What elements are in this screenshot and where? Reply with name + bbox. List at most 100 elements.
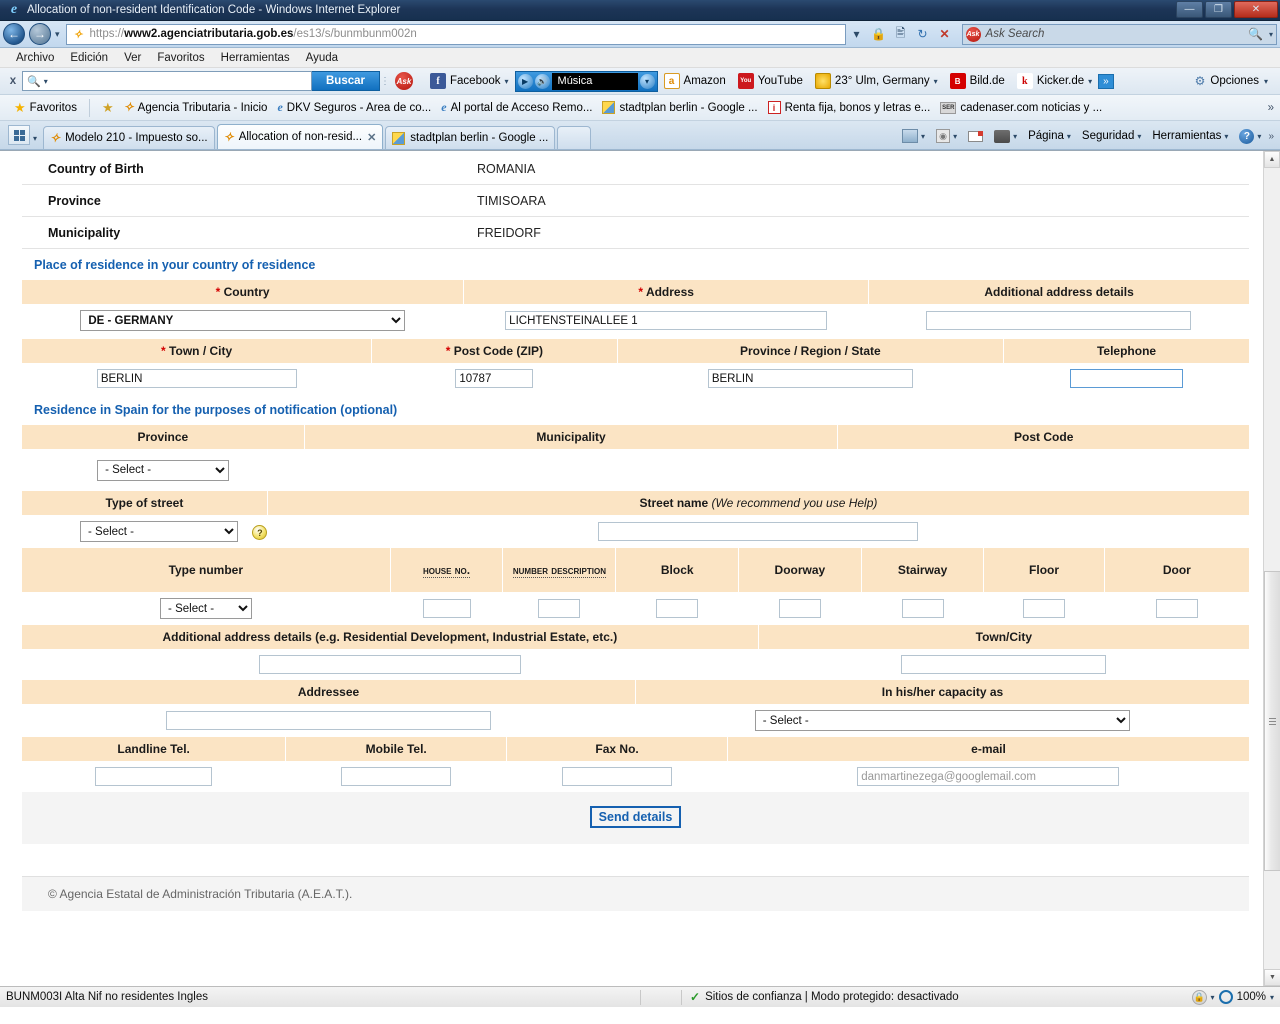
toolbar-item-youtube[interactable]: You YouTube (732, 70, 809, 92)
favorite-renta-fija[interactable]: i Renta fija, bonos y letras e... (764, 101, 935, 114)
toolbar-item-bild[interactable]: B Bild.de (944, 70, 1011, 92)
toolbar-item-musica[interactable]: ▶ 🔊 Música ▾ (514, 70, 658, 92)
type-number-select[interactable]: - Select - (160, 598, 253, 619)
forward-button[interactable]: → (29, 23, 51, 45)
tab-allocation-non-resident[interactable]: ✧ Allocation of non-resid... ✕ (216, 124, 384, 149)
tab-stadtplan-berlin[interactable]: stadtplan berlin - Google ... (385, 126, 556, 149)
ssl-lock-icon[interactable]: 🔒 (868, 24, 890, 45)
scroll-down-button[interactable]: ▼ (1264, 969, 1280, 986)
favorites-overflow-button[interactable]: » (1268, 102, 1280, 114)
favorite-stadtplan-berlin[interactable]: stadtplan berlin - Google ... (598, 101, 761, 114)
print-button[interactable]: ▾ (990, 126, 1021, 146)
minimize-button[interactable]: — (1176, 1, 1203, 18)
home-button[interactable]: ▾ (898, 126, 929, 146)
menu-item-herramientas[interactable]: Herramientas (221, 52, 290, 64)
chevron-down-icon[interactable]: ▾ (1264, 77, 1268, 86)
email-input[interactable] (857, 767, 1120, 786)
menu-item-edicion[interactable]: Edición (70, 52, 108, 64)
mobile-tel-input[interactable] (341, 767, 452, 786)
favorite-cadenaser[interactable]: SER cadenaser.com noticias y ... (936, 101, 1106, 114)
scroll-up-button[interactable]: ▲ (1264, 151, 1280, 168)
privacy-lock-icon[interactable]: 🔒 (1191, 989, 1207, 1005)
fax-no-input[interactable] (562, 767, 673, 786)
ask-home-button[interactable]: Ask (389, 70, 424, 92)
province-region-state-input[interactable] (707, 369, 913, 388)
street-name-input[interactable] (598, 522, 919, 541)
toolbar-item-facebook[interactable]: f Facebook ▾ (424, 70, 515, 92)
ask-search-input[interactable]: Ask Ask Search 🔍 ▾ (961, 23, 1277, 45)
tab-list-chevron-icon[interactable]: ▾ (33, 134, 37, 143)
door-input[interactable] (1155, 599, 1198, 618)
ask-toolbar-search-input[interactable]: 🔍 ▾ (22, 71, 312, 91)
read-mail-button[interactable] (964, 126, 987, 146)
post-code-input[interactable] (455, 369, 534, 388)
add-to-favorites-bar-button[interactable]: ★ (98, 100, 118, 116)
feeds-button[interactable]: ◉ ▾ (932, 126, 961, 146)
recent-pages-chevron-icon[interactable]: ▾ (55, 29, 60, 40)
toolbar-overflow-button[interactable]: » (1098, 73, 1114, 89)
quick-tabs-button[interactable] (8, 125, 30, 145)
favorite-acceso-remoto[interactable]: e Al portal de Acceso Remo... (437, 100, 596, 115)
toolbar-options-button[interactable]: ⚙ Opciones ▾ (1195, 74, 1276, 88)
command-bar-overflow[interactable]: » (1268, 131, 1274, 142)
chevron-down-icon[interactable]: ▾ (921, 132, 925, 141)
security-zone-indicator[interactable]: ✓ Sitios de confianza | Modo protegido: … (682, 990, 1192, 1004)
country-select[interactable]: DE - GERMANY (80, 310, 406, 331)
security-menu-button[interactable]: Seguridad ▾ (1078, 126, 1145, 146)
house-no-input[interactable] (422, 599, 471, 618)
chevron-down-icon[interactable]: ▾ (1270, 993, 1274, 1002)
search-icon[interactable]: 🔍 (1248, 27, 1263, 41)
landline-tel-input[interactable] (95, 767, 213, 786)
volume-icon[interactable]: 🔊 (534, 73, 550, 89)
tab-close-icon[interactable]: ✕ (367, 131, 376, 144)
chevron-down-icon[interactable]: ▾ (934, 77, 938, 86)
toolbar-item-amazon[interactable]: a Amazon (658, 70, 732, 92)
vertical-scrollbar[interactable]: ▲ ▼ (1263, 151, 1280, 986)
buscar-button[interactable]: Buscar (312, 71, 380, 91)
chevron-down-icon[interactable]: ▾ (1013, 132, 1017, 141)
addressee-input[interactable] (166, 711, 492, 730)
toolbar-item-kicker[interactable]: k Kicker.de ▾ (1011, 70, 1098, 92)
search-history-chevron-icon[interactable]: ▾ (44, 77, 48, 86)
compatibility-view-icon[interactable]: 🖹 (890, 24, 912, 45)
chevron-down-icon[interactable]: ▾ (1211, 993, 1215, 1002)
favorites-button[interactable]: ★ Favoritos (10, 100, 81, 116)
favorite-agencia-tributaria[interactable]: ✧ Agencia Tributaria - Inicio (120, 100, 272, 115)
maximize-button[interactable]: ❐ (1205, 1, 1232, 18)
number-description-input[interactable] (538, 599, 581, 618)
address-input[interactable] (505, 311, 828, 330)
menu-item-archivo[interactable]: Archivo (16, 52, 54, 64)
url-dropdown-chevron-icon[interactable]: ▾ (846, 24, 868, 45)
toolbar-grip[interactable]: ⋮ (380, 76, 390, 87)
close-button[interactable]: ✕ (1234, 1, 1278, 18)
search-provider-chevron-icon[interactable]: ▾ (1269, 30, 1273, 39)
toolbar-close-button[interactable]: x (4, 75, 22, 87)
send-details-button[interactable]: Send details (589, 806, 682, 828)
scrollbar-thumb[interactable] (1264, 571, 1280, 871)
stop-icon[interactable]: ✕ (934, 24, 956, 45)
street-type-select[interactable]: - Select - (80, 521, 238, 542)
play-icon[interactable]: ▶ (517, 73, 533, 89)
chevron-down-icon[interactable]: ▾ (1224, 132, 1228, 141)
block-input[interactable] (656, 599, 699, 618)
chevron-down-icon[interactable]: ▾ (1257, 132, 1261, 141)
menu-item-favoritos[interactable]: Favoritos (157, 52, 204, 64)
telephone-input[interactable] (1069, 369, 1183, 388)
town-city-input[interactable] (96, 369, 297, 388)
chevron-down-icon[interactable]: ▾ (1137, 132, 1141, 141)
stairway-input[interactable] (901, 599, 944, 618)
zoom-level[interactable]: 100% (1237, 991, 1266, 1003)
additional-address-details-input[interactable] (926, 311, 1192, 330)
back-button[interactable]: ← (3, 23, 25, 45)
capacity-select[interactable]: - Select - (754, 710, 1130, 731)
chevron-down-icon[interactable]: ▾ (505, 77, 509, 86)
doorway-input[interactable] (778, 599, 821, 618)
chevron-down-icon[interactable]: ▾ (1067, 132, 1071, 141)
menu-item-ayuda[interactable]: Ayuda (306, 52, 338, 64)
help-menu-button[interactable]: ? ▾ (1235, 126, 1265, 146)
zoom-icon[interactable] (1218, 990, 1233, 1004)
additional-details-spain-input[interactable] (259, 655, 522, 674)
tab-modelo-210[interactable]: ✧ Modelo 210 - Impuesto so... (43, 126, 215, 149)
tools-menu-button[interactable]: Herramientas ▾ (1148, 126, 1232, 146)
page-menu-button[interactable]: Página ▾ (1024, 126, 1075, 146)
